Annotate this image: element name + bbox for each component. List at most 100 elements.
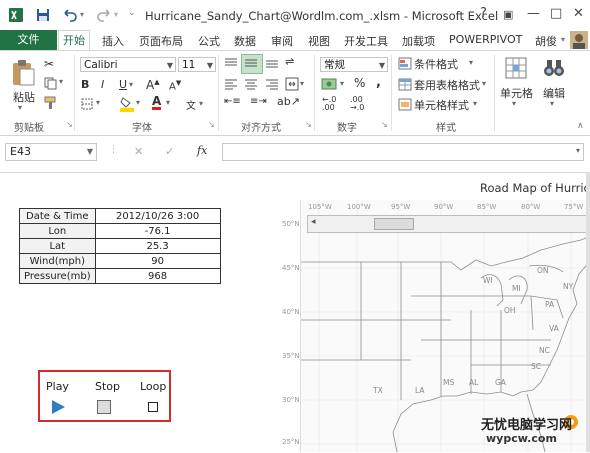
decrease-font-icon[interactable]: A▼ <box>169 79 181 92</box>
align-bottom-icon[interactable] <box>265 57 279 69</box>
fill-color-dropdown-icon[interactable]: ▾ <box>136 98 140 107</box>
fill-color-icon[interactable] <box>120 96 134 112</box>
increase-indent-icon[interactable]: ≡⇥ <box>250 96 267 107</box>
maximize-button[interactable]: □ <box>550 6 562 21</box>
format-painter-icon[interactable] <box>44 96 58 109</box>
font-color-icon[interactable]: A <box>152 95 162 110</box>
scrollbar-thumb[interactable] <box>374 218 414 230</box>
formula-input[interactable] <box>222 143 584 161</box>
user-dropdown-icon[interactable]: ▾ <box>561 35 565 44</box>
cancel-entry-button[interactable]: ✕ <box>134 145 143 158</box>
tab-file[interactable]: 文件 <box>0 30 57 50</box>
conditional-format-button[interactable]: 条件格式 <box>414 56 458 72</box>
vertical-scrollbar[interactable] <box>586 172 590 452</box>
alignment-launcher-icon[interactable]: ↘ <box>305 120 312 129</box>
merge-dropdown-icon[interactable]: ▾ <box>300 79 304 88</box>
map-timeline-scrollbar[interactable]: ◂ <box>307 215 590 233</box>
table-key[interactable]: Date & Time <box>19 208 96 224</box>
underline-button[interactable]: U <box>119 78 127 91</box>
conditional-format-dropdown-icon[interactable]: ▾ <box>469 58 473 67</box>
format-as-table-dropdown-icon[interactable]: ▾ <box>482 79 486 88</box>
cells-button[interactable]: 单元格 <box>500 85 533 101</box>
paste-dropdown-icon[interactable]: ▾ <box>18 103 22 112</box>
percent-button[interactable]: % <box>354 76 365 90</box>
tab-insert[interactable]: 插入 <box>102 33 124 49</box>
table-key[interactable]: Pressure(mb) <box>19 268 96 284</box>
align-top-icon[interactable] <box>224 57 238 69</box>
cell-styles-button[interactable]: 单元格样式 <box>414 97 469 113</box>
user-name[interactable]: 胡俊 <box>535 33 557 49</box>
merge-center-icon[interactable] <box>285 77 299 91</box>
expand-formula-bar-icon[interactable]: ▾ <box>576 146 580 155</box>
phonetic-icon[interactable]: 文 <box>186 97 196 112</box>
collapse-ribbon-icon[interactable]: ∧ <box>577 121 584 131</box>
table-value[interactable]: 968 <box>94 268 221 284</box>
table-key[interactable]: Lon <box>19 223 96 239</box>
cell-styles-dropdown-icon[interactable]: ▾ <box>473 99 477 108</box>
enter-entry-button[interactable]: ✓ <box>165 145 174 158</box>
bold-button[interactable]: B <box>81 78 89 91</box>
cell-styles-icon[interactable] <box>398 98 412 111</box>
currency-dropdown-icon[interactable]: ▾ <box>340 79 344 88</box>
tab-addins[interactable]: 加载项 <box>402 33 435 49</box>
ribbon-display-options-button[interactable]: ▣ <box>503 8 513 21</box>
binoculars-icon[interactable] <box>543 57 565 79</box>
border-icon[interactable] <box>81 98 93 110</box>
copy-icon[interactable] <box>44 77 57 90</box>
number-format-combo[interactable]: 常规 ▼ <box>320 57 388 72</box>
decrease-indent-icon[interactable]: ⇤≡ <box>224 96 241 107</box>
loop-checkbox[interactable] <box>148 402 158 412</box>
italic-button[interactable]: I <box>101 78 104 91</box>
table-key[interactable]: Wind(mph) <box>19 253 96 269</box>
scroll-left-icon[interactable]: ◂ <box>311 217 316 227</box>
undo-icon[interactable] <box>62 7 78 23</box>
clipboard-launcher-icon[interactable]: ↘ <box>66 120 73 129</box>
tab-view[interactable]: 视图 <box>308 33 330 49</box>
tab-page-layout[interactable]: 页面布局 <box>139 33 183 49</box>
underline-dropdown-icon[interactable]: ▾ <box>129 80 133 89</box>
align-right-icon[interactable] <box>265 78 279 90</box>
cells-dropdown-icon[interactable]: ▾ <box>512 99 516 108</box>
insert-function-button[interactable]: fx <box>197 144 207 157</box>
tab-formulas[interactable]: 公式 <box>198 33 220 49</box>
save-icon[interactable] <box>35 7 51 23</box>
avatar[interactable] <box>570 31 588 49</box>
table-value[interactable]: 25.3 <box>94 238 221 254</box>
align-center-icon[interactable] <box>244 78 258 90</box>
font-color-dropdown-icon[interactable]: ▾ <box>166 98 170 107</box>
paste-icon[interactable] <box>10 59 36 87</box>
redo-icon[interactable] <box>96 7 112 23</box>
undo-dropdown-icon[interactable]: ▾ <box>80 10 84 19</box>
play-button[interactable] <box>50 399 66 415</box>
table-value[interactable]: 2012/10/26 3:00 <box>94 208 221 224</box>
phonetic-dropdown-icon[interactable]: ▾ <box>199 99 203 108</box>
tab-review[interactable]: 审阅 <box>271 33 293 49</box>
format-as-table-button[interactable]: 套用表格格式 <box>414 77 480 93</box>
name-box[interactable]: E43 ▼ <box>5 143 97 161</box>
table-value[interactable]: -76.1 <box>94 223 221 239</box>
orientation-icon[interactable]: ab↗ <box>277 95 300 108</box>
font-name-combo[interactable]: Calibri ▼ <box>80 57 176 72</box>
comma-button[interactable]: , <box>376 75 381 90</box>
formula-bar-resize-icon[interactable]: ⋮ <box>109 145 118 155</box>
tab-powerpivot[interactable]: POWERPIVOT <box>449 33 522 46</box>
number-launcher-icon[interactable]: ↘ <box>381 120 388 129</box>
increase-font-icon[interactable]: A▲ <box>146 78 160 92</box>
font-launcher-icon[interactable]: ↘ <box>208 120 215 129</box>
table-key[interactable]: Lat <box>19 238 96 254</box>
conditional-format-icon[interactable] <box>398 57 412 70</box>
copy-dropdown-icon[interactable]: ▾ <box>59 77 63 86</box>
edit-dropdown-icon[interactable]: ▾ <box>550 99 554 108</box>
cells-icon[interactable] <box>505 57 527 79</box>
format-as-table-icon[interactable] <box>398 78 412 91</box>
paste-label[interactable]: 粘贴 <box>13 89 35 105</box>
tab-developer[interactable]: 开发工具 <box>344 33 388 49</box>
tab-data[interactable]: 数据 <box>234 33 256 49</box>
close-button[interactable]: ✕ <box>573 6 584 21</box>
table-value[interactable]: 90 <box>94 253 221 269</box>
stop-button[interactable] <box>97 400 111 414</box>
redo-dropdown-icon[interactable]: ▾ <box>114 10 118 19</box>
wrap-text-icon[interactable]: ⇌ <box>285 55 294 68</box>
minimize-button[interactable]: — <box>527 6 540 21</box>
currency-icon[interactable] <box>321 78 337 90</box>
